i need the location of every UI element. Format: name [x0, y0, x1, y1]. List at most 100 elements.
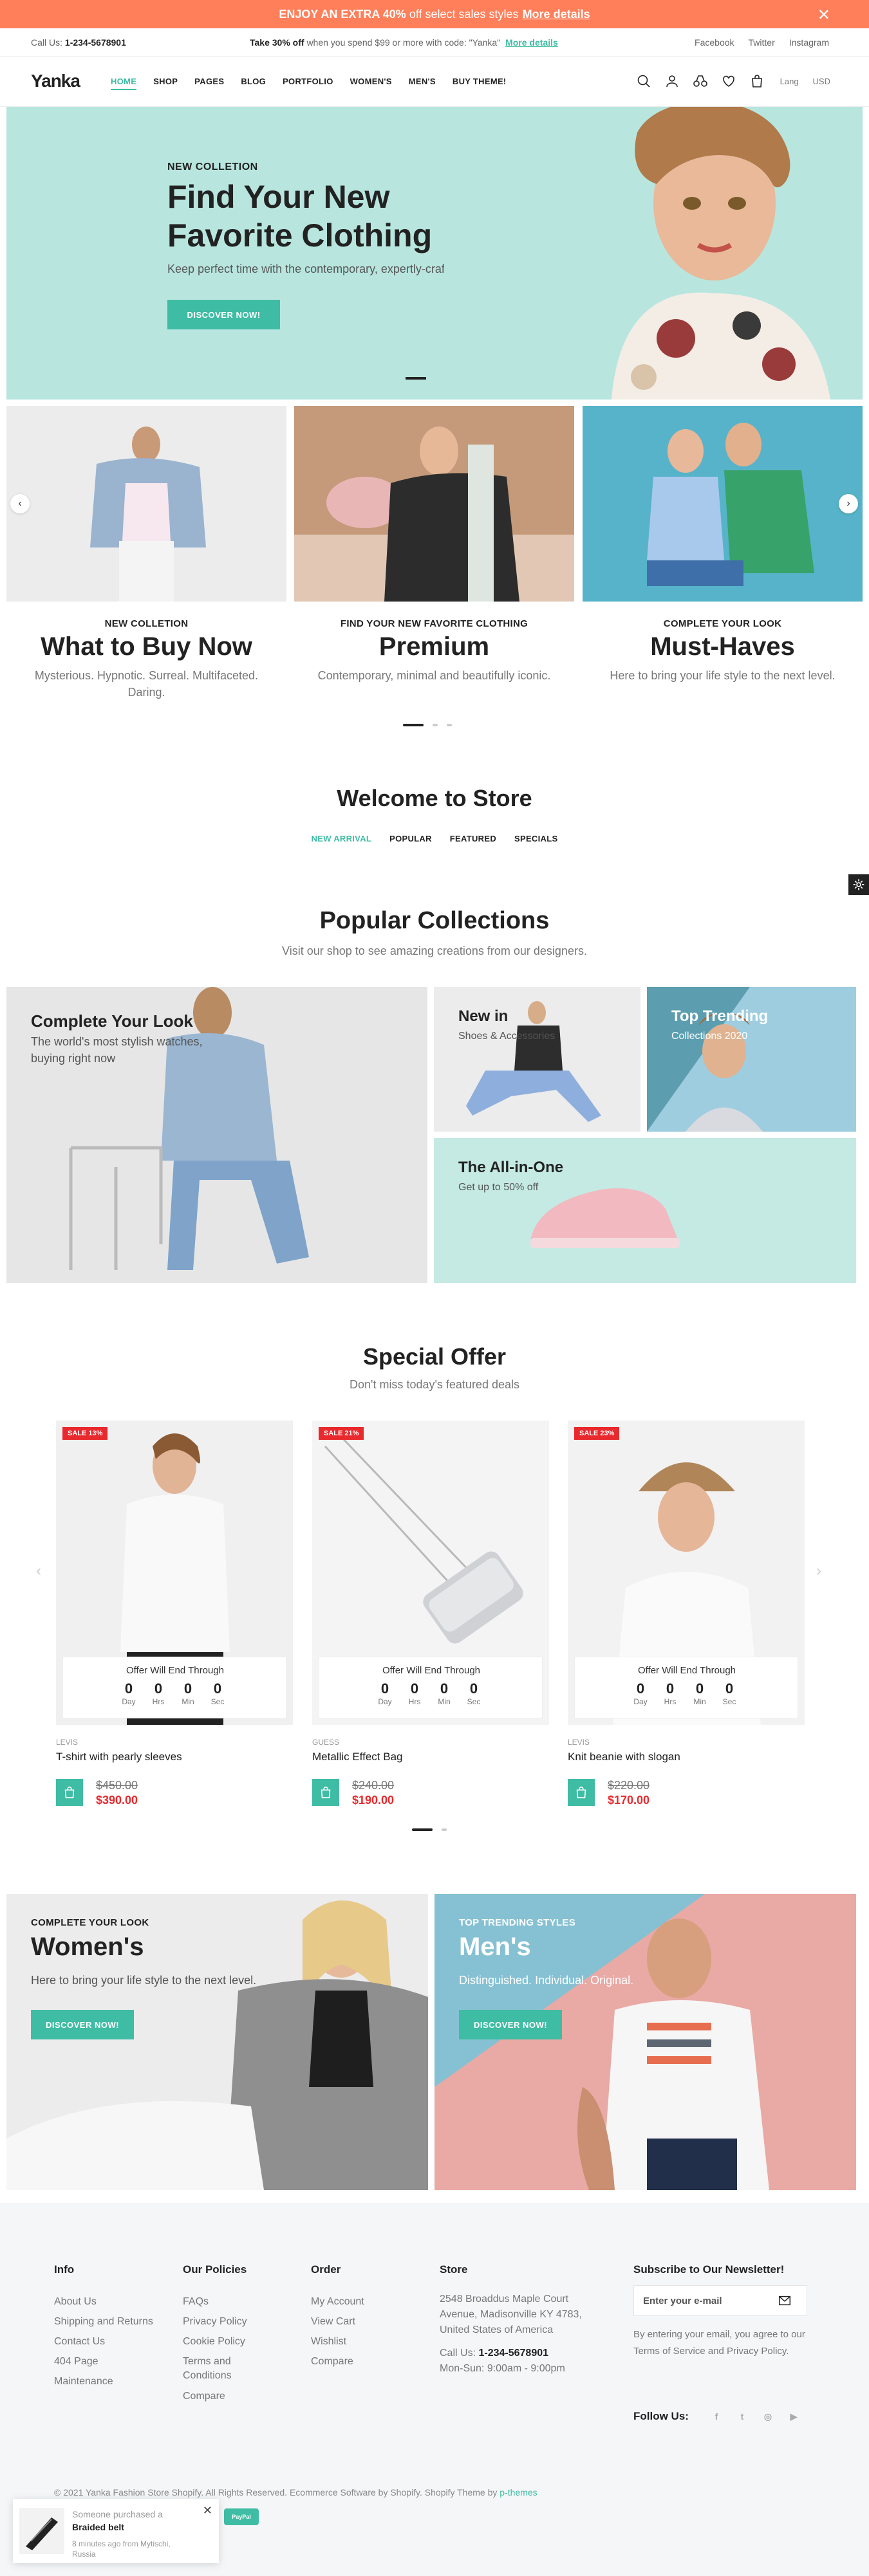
subscribe-button[interactable]	[772, 2288, 798, 2314]
chevron-left-icon[interactable]: ‹	[36, 1562, 41, 1580]
product-card[interactable]: SALE 13% Offer Will End Through 0 Day 0 Hr…	[56, 1421, 293, 1807]
footer-link[interactable]: Cookie Policy	[183, 2332, 273, 2351]
carousel-prev-button[interactable]: ‹	[10, 494, 30, 513]
nav-home[interactable]: HOME	[111, 77, 137, 90]
close-icon[interactable]: ✕	[818, 6, 830, 24]
purchase-notification[interactable]: Someone purchased a Braided belt 8 minut…	[13, 2499, 219, 2563]
nav-shop[interactable]: SHOP	[153, 77, 178, 90]
carousel-next-button[interactable]: ›	[839, 494, 858, 513]
instagram-link[interactable]: Instagram	[789, 37, 829, 48]
footer-link[interactable]: About Us	[54, 2292, 153, 2312]
slide-card[interactable]: NEW COLLETION What to Buy Now Mysterious…	[6, 406, 286, 699]
carousel-dot[interactable]	[447, 724, 452, 726]
product-vendor[interactable]: GUESS	[312, 1738, 339, 1747]
nav-portfolio[interactable]: PORTFOLIO	[283, 77, 333, 90]
collection-card[interactable]: Top Trending Collections 2020	[647, 987, 856, 1132]
carousel-dot[interactable]	[433, 724, 438, 726]
footer-link[interactable]: Terms and Conditions	[183, 2355, 273, 2383]
footer-link[interactable]: Maintenance	[54, 2371, 153, 2391]
footer-link[interactable]: Compare	[183, 2386, 273, 2406]
tab-new-arrival[interactable]: NEW ARRIVAL	[312, 834, 372, 843]
womens-discover-button[interactable]: DISCOVER NOW!	[31, 2010, 134, 2039]
tab-featured[interactable]: FEATURED	[450, 834, 496, 843]
language-select[interactable]: Lang	[780, 77, 799, 86]
add-to-cart-button[interactable]	[56, 1779, 83, 1806]
promo-bar: ENJOY AN EXTRA 40% off select sales styl…	[0, 0, 869, 28]
product-name[interactable]: Knit beanie with slogan	[568, 1751, 680, 1763]
cart-icon[interactable]	[748, 72, 766, 90]
facebook-link[interactable]: Facebook	[695, 37, 734, 48]
carousel-dot[interactable]	[403, 724, 424, 726]
collection-card[interactable]: New in Shoes & Accessories	[434, 987, 640, 1132]
add-to-cart-button[interactable]	[312, 1779, 339, 1806]
hero-discover-button[interactable]: DISCOVER NOW!	[167, 300, 280, 329]
footer-link[interactable]: Wishlist	[311, 2332, 364, 2351]
product-vendor[interactable]: LEVIS	[56, 1738, 78, 1747]
add-to-cart-button[interactable]	[568, 1779, 595, 1806]
close-icon[interactable]: ✕	[203, 2504, 212, 2517]
footer-link[interactable]: View Cart	[311, 2312, 364, 2332]
footer-link[interactable]: Shipping and Returns	[54, 2312, 153, 2332]
nav-blog[interactable]: BLOG	[241, 77, 266, 90]
facebook-icon[interactable]: f	[711, 2411, 722, 2422]
settings-button[interactable]	[848, 874, 869, 895]
slide-card[interactable]: FIND YOUR NEW FAVORITE CLOTHING Premium …	[294, 406, 574, 682]
collection-card[interactable]: The All-in-One Get up to 50% off	[434, 1138, 856, 1283]
email-field[interactable]	[643, 2295, 772, 2306]
logo[interactable]: Yanka	[31, 71, 80, 91]
nav-womens[interactable]: WOMEN'S	[350, 77, 392, 90]
compare-icon[interactable]	[691, 72, 709, 90]
timer-unit: 0 Sec	[722, 1680, 736, 1706]
footer-link[interactable]: Privacy Policy	[183, 2312, 273, 2332]
hero-slide-indicator[interactable]	[406, 377, 426, 380]
nav-pages[interactable]: PAGES	[194, 77, 224, 90]
nav-mens[interactable]: MEN'S	[409, 77, 436, 90]
collection-card[interactable]: Complete Your Look The world's most styl…	[6, 987, 427, 1283]
product-vendor[interactable]: LEVIS	[568, 1738, 590, 1747]
twitter-link[interactable]: Twitter	[749, 37, 775, 48]
phone-number[interactable]: 1-234-5678901	[478, 2348, 548, 2359]
old-price: $240.00	[352, 1779, 395, 1792]
wishlist-icon[interactable]	[720, 72, 738, 90]
carousel-dot[interactable]	[442, 1828, 447, 1831]
mens-discover-button[interactable]: DISCOVER NOW!	[459, 2010, 562, 2039]
banner-desc: Here to bring your life style to the nex…	[31, 1974, 257, 1987]
banner-title: Men's	[459, 1933, 531, 1961]
product-card[interactable]: SALE 21% Offer Will End Through 0 Day 0 Hr…	[312, 1421, 549, 1807]
theme-author-link[interactable]: p-themes	[500, 2487, 537, 2498]
phone-number[interactable]: 1-234-5678901	[65, 37, 126, 48]
notification-product[interactable]: Braided belt	[72, 2522, 124, 2532]
carousel-dot[interactable]	[412, 1828, 433, 1831]
tab-popular[interactable]: POPULAR	[389, 834, 432, 843]
footer-info: Info About Us Shipping and Returns Conta…	[54, 2262, 153, 2391]
notification-time: 8 minutes ago from Mytischi, Russia	[72, 2539, 171, 2559]
product-card[interactable]: SALE 23% Offer Will End Through 0 Day 0 Hr…	[568, 1421, 805, 1807]
chevron-right-icon[interactable]: ›	[816, 1562, 821, 1580]
youtube-icon[interactable]: ▶	[788, 2411, 799, 2422]
user-icon[interactable]	[663, 72, 681, 90]
product-name[interactable]: Metallic Effect Bag	[312, 1751, 402, 1763]
slide-card[interactable]: COMPLETE YOUR LOOK Must-Haves Here to br…	[583, 406, 863, 682]
search-icon[interactable]	[635, 72, 653, 90]
nav-buy-theme[interactable]: BUY THEME!	[453, 77, 507, 90]
offer-link[interactable]: More details	[505, 37, 558, 48]
tab-specials[interactable]: SPECIALS	[514, 834, 557, 843]
countdown-timer: Offer Will End Through 0 Day 0 Hrs 0 Min 0S…	[574, 1657, 798, 1718]
promo-link[interactable]: More details	[523, 8, 590, 21]
currency-select[interactable]: USD	[813, 77, 830, 86]
twitter-icon[interactable]: t	[736, 2411, 748, 2422]
product-name[interactable]: T-shirt with pearly sleeves	[56, 1751, 182, 1763]
instagram-icon[interactable]: ◎	[762, 2411, 774, 2422]
collection-title: New in	[458, 1007, 509, 1025]
call-label: Call Us:	[440, 2348, 476, 2359]
mens-banner[interactable]: TOP TRENDING STYLES Men's Distinguished.…	[434, 1894, 856, 2190]
womens-banner[interactable]: COMPLETE YOUR LOOK Women's Here to bring…	[6, 1894, 428, 2190]
footer-link[interactable]: My Account	[311, 2292, 364, 2312]
footer-link[interactable]: Compare	[311, 2351, 364, 2371]
chevron-right-icon: ›	[846, 498, 850, 509]
footer-link[interactable]: FAQs	[183, 2292, 273, 2312]
footer-link[interactable]: Contact Us	[54, 2332, 153, 2351]
offer-carousel-dots	[412, 1828, 447, 1831]
hero-subtitle: NEW COLLETION	[167, 161, 258, 172]
footer-link[interactable]: 404 Page	[54, 2351, 153, 2371]
